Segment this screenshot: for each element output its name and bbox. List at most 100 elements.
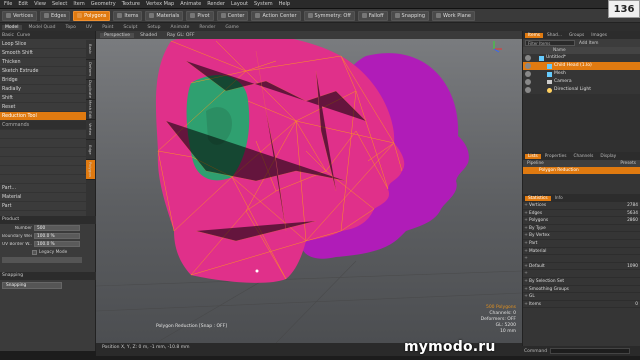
left-tab-curve[interactable]: Curve bbox=[17, 33, 30, 38]
tab-animate[interactable]: Animate bbox=[168, 25, 193, 30]
legacy-mode-row[interactable]: Legacy Mode bbox=[0, 248, 96, 256]
stat-row-vertices[interactable]: + Vertices 2784 bbox=[523, 202, 640, 210]
viewport-tab-perspective[interactable]: Perspective bbox=[100, 32, 135, 38]
tool-blank[interactable] bbox=[0, 148, 86, 157]
stat-row-part[interactable]: + Part bbox=[523, 240, 640, 248]
viewport-tab-ray-gl-off[interactable]: Ray GL: OFF bbox=[163, 33, 199, 38]
tool-thicken[interactable]: Thicken bbox=[0, 58, 86, 67]
stat-row-material[interactable]: + Material bbox=[523, 248, 640, 256]
pipeline-item[interactable]: Polygon Reduction bbox=[523, 167, 640, 174]
tool-loop-slice[interactable]: Loop Slice bbox=[0, 40, 86, 49]
command-input[interactable] bbox=[550, 348, 631, 354]
stat-row-polygons[interactable]: + Polygons 2860 bbox=[523, 217, 640, 225]
tab-model[interactable]: Model bbox=[2, 24, 22, 30]
tool-radially[interactable]: Radially bbox=[0, 85, 86, 94]
snapping-dropdown[interactable]: Snapping bbox=[2, 282, 62, 289]
tool-sketch-extrude[interactable]: Sketch Extrude bbox=[0, 67, 86, 76]
stat-row-edges[interactable]: + Edges 5634 bbox=[523, 210, 640, 218]
menu-animate[interactable]: Animate bbox=[180, 1, 201, 7]
viewport-tab-shaded[interactable]: Shaded bbox=[136, 33, 161, 38]
lower-tab-channels[interactable]: Channels bbox=[570, 154, 596, 159]
items-tab-items[interactable]: Items bbox=[525, 32, 544, 38]
tool-part[interactable]: Part... bbox=[0, 184, 86, 193]
vertices-button[interactable]: Vertices bbox=[2, 10, 37, 21]
number-field[interactable]: 500 bbox=[34, 225, 80, 231]
stats-tab-statistics[interactable]: Statistics bbox=[525, 195, 551, 201]
items-tab-images[interactable]: Images bbox=[588, 33, 610, 38]
tool-blank[interactable] bbox=[0, 175, 86, 184]
pipeline-label[interactable]: Pipeline bbox=[527, 160, 544, 167]
item-row-directional-light[interactable]: Directional Light bbox=[523, 86, 640, 94]
tool-blank[interactable] bbox=[0, 157, 86, 166]
visibility-eye-icon[interactable] bbox=[525, 63, 531, 69]
menu-help[interactable]: Help bbox=[279, 1, 290, 7]
materials-button[interactable]: Materials bbox=[145, 10, 184, 21]
left-tab-basic[interactable]: Basic bbox=[2, 33, 14, 38]
tool-material[interactable]: Material bbox=[0, 193, 86, 202]
action-center-button[interactable]: Action Center bbox=[251, 10, 301, 21]
stat-row-by-type[interactable]: + By Type bbox=[523, 225, 640, 233]
tab-sculpt[interactable]: Sculpt bbox=[120, 25, 140, 30]
stat-row-items[interactable]: + Items 0 bbox=[523, 301, 640, 309]
stat-row-blank[interactable]: + bbox=[523, 255, 640, 263]
menu-edit[interactable]: Edit bbox=[18, 1, 28, 7]
vtab-vertex[interactable]: Vertex bbox=[86, 120, 95, 140]
stat-row-default[interactable]: + Default 1090 bbox=[523, 263, 640, 271]
lower-tab-properties[interactable]: Properties bbox=[542, 154, 570, 159]
tab-setup[interactable]: Setup bbox=[144, 25, 163, 30]
legacy-mode-checkbox[interactable] bbox=[32, 249, 37, 255]
stat-row-gl[interactable]: + GL bbox=[523, 293, 640, 301]
stat-row-by-vertex[interactable]: + By Vertex bbox=[523, 232, 640, 240]
polygons-button[interactable]: Polygons bbox=[73, 10, 111, 21]
snapping-button[interactable]: Snapping bbox=[390, 10, 430, 21]
menu-select[interactable]: Select bbox=[52, 1, 67, 7]
presets-label[interactable]: Presets bbox=[620, 160, 636, 167]
items-tab-shad[interactable]: Shad... bbox=[544, 33, 565, 38]
tab-render[interactable]: Render bbox=[196, 25, 218, 30]
center-button[interactable]: Center bbox=[216, 10, 249, 21]
falloff-button[interactable]: Falloff bbox=[357, 10, 388, 21]
tool-reduction-tool[interactable]: Reduction Tool bbox=[0, 112, 86, 121]
tool-part[interactable]: Part bbox=[0, 202, 86, 211]
menu-vertex-map[interactable]: Vertex Map bbox=[146, 1, 174, 7]
menu-file[interactable]: File bbox=[4, 1, 12, 7]
boundary-weight-field[interactable]: 100.0 % bbox=[34, 233, 80, 239]
item-row-child-head-1-lo[interactable]: Child Head (1.lo) bbox=[523, 62, 640, 70]
work-plane-button[interactable]: Work Plane bbox=[432, 10, 475, 21]
tool-smooth-shift[interactable]: Smooth Shift bbox=[0, 49, 86, 58]
tool-reset[interactable]: Reset bbox=[0, 103, 86, 112]
lower-tab-lists[interactable]: Lists bbox=[525, 153, 541, 159]
tab-paint[interactable]: Paint bbox=[99, 25, 116, 30]
item-row-camera[interactable]: Camera bbox=[523, 78, 640, 86]
filter-items-input[interactable]: Filter Items bbox=[525, 40, 575, 46]
tool-blank[interactable] bbox=[0, 139, 86, 148]
menu-view[interactable]: View bbox=[34, 1, 46, 7]
stat-row-by-selection-set[interactable]: + By Selection Set bbox=[523, 278, 640, 286]
stat-row-blank[interactable]: + bbox=[523, 270, 640, 278]
vtab-basic[interactable]: Basic bbox=[86, 40, 95, 60]
uv-border-w-field[interactable]: 100.0 % bbox=[34, 241, 80, 247]
3d-viewport[interactable]: Perspective Shaded Ray GL: OFF Polygon Red… bbox=[96, 31, 522, 343]
menu-geometry[interactable]: Geometry bbox=[91, 1, 116, 7]
menu-item[interactable]: Item bbox=[73, 1, 84, 7]
symmetry-off-button[interactable]: Symmetry: Off bbox=[303, 10, 355, 21]
tab-model-quad[interactable]: Model Quad bbox=[26, 25, 59, 30]
stats-tab-info[interactable]: Info bbox=[552, 196, 566, 201]
visibility-eye-icon[interactable] bbox=[525, 79, 531, 85]
menu-layout[interactable]: Layout bbox=[231, 1, 248, 7]
visibility-eye-icon[interactable] bbox=[525, 71, 531, 77]
lower-tab-display[interactable]: Display bbox=[597, 154, 619, 159]
tab-topo[interactable]: Topo bbox=[62, 25, 78, 30]
menu-texture[interactable]: Texture bbox=[122, 1, 140, 7]
tool-blank[interactable] bbox=[0, 166, 86, 175]
vtab-duplicate[interactable]: Duplicate bbox=[86, 80, 95, 100]
vtab-mesh-edit[interactable]: Mesh Edit bbox=[86, 100, 95, 120]
menu-render[interactable]: Render bbox=[207, 1, 225, 7]
items-button[interactable]: Items bbox=[113, 10, 143, 21]
pivot-button[interactable]: Pivot bbox=[186, 10, 214, 21]
edges-button[interactable]: Edges bbox=[39, 10, 71, 21]
menu-system[interactable]: System bbox=[254, 1, 273, 7]
add-item-button[interactable]: Add Item bbox=[579, 41, 598, 46]
tool-blank[interactable] bbox=[0, 130, 86, 139]
vtab-deform[interactable]: Deform bbox=[86, 60, 95, 80]
